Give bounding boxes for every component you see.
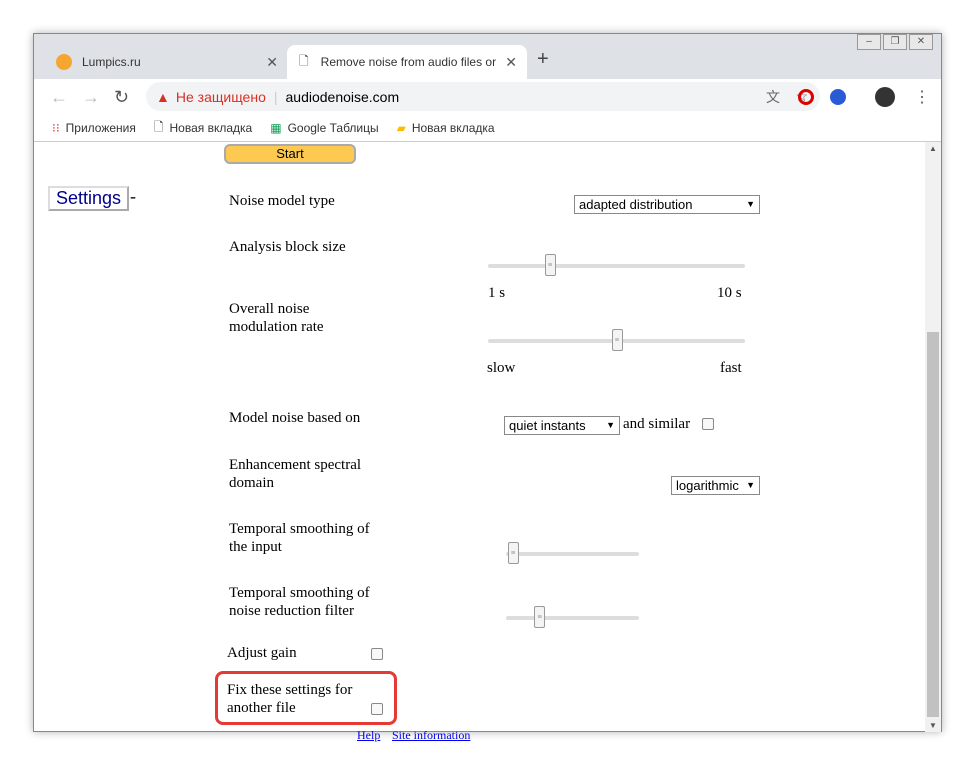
scrollbar-thumb[interactable]: [927, 332, 939, 717]
smoothing-input-label: Temporal smoothing of: [229, 521, 370, 537]
modulation-label: modulation rate: [229, 319, 324, 335]
restore-button[interactable]: ❐: [883, 34, 907, 50]
tab-title: Lumpics.ru: [82, 55, 141, 69]
reload-icon[interactable]: ↻: [114, 87, 129, 108]
scroll-down-icon[interactable]: ▼: [929, 721, 937, 730]
tab-lumpics[interactable]: Lumpics.ru ✕: [44, 45, 288, 79]
toolbar: ← → ↻ ▲ Не защищено | audiodenoise.com 文…: [34, 79, 941, 115]
noise-model-select[interactable]: adapted distribution ▼: [574, 195, 760, 214]
smoothing-input-label: the input: [229, 539, 282, 555]
start-button[interactable]: Start: [224, 144, 356, 164]
similar-checkbox[interactable]: [702, 418, 714, 430]
block-size-label: Analysis block size: [229, 239, 346, 255]
new-tab-button[interactable]: +: [537, 48, 549, 71]
slider-thumb[interactable]: ≡: [544, 254, 556, 276]
image-icon: ▰: [396, 121, 406, 135]
model-based-label: Model noise based on: [229, 410, 361, 426]
domain-label: Enhancement spectral: [229, 457, 362, 473]
site-info-link[interactable]: Site information: [392, 728, 470, 743]
model-based-select[interactable]: quiet instants ▼: [504, 416, 620, 435]
bookmark[interactable]: Приложения: [66, 121, 136, 135]
bookmarks-bar: ⁝⁝ Приложения 🗋 Новая вкладка ▦ Google Табл…: [34, 115, 941, 142]
domain-label: domain: [229, 475, 274, 491]
max-label: 10 s: [717, 285, 742, 301]
domain-select[interactable]: logarithmic ▼: [671, 476, 760, 495]
back-icon[interactable]: ←: [50, 87, 68, 108]
noise-model-label: Noise model type: [229, 193, 335, 209]
fix-settings-label: another file: [227, 700, 296, 716]
similar-label: and similar: [623, 416, 691, 432]
fix-settings-label: Fix these settings for: [227, 682, 353, 698]
block-size-slider[interactable]: ≡: [488, 254, 745, 276]
globe-icon[interactable]: [830, 89, 846, 105]
opera-icon[interactable]: [798, 89, 814, 105]
close-tab-icon[interactable]: ✕: [505, 54, 517, 71]
page-icon: 🗋: [153, 119, 164, 134]
settings-button[interactable]: Settings: [48, 186, 129, 211]
apps-icon: ⁝⁝: [52, 121, 60, 135]
smoothing-input-slider[interactable]: ≡: [506, 542, 639, 564]
address-bar[interactable]: ▲ Не защищено | audiodenoise.com 文 ☆: [146, 82, 820, 111]
tab-audiodenoise[interactable]: 🗋 Remove noise from audio files or ✕: [287, 45, 527, 79]
slider-thumb[interactable]: ≡: [534, 606, 546, 628]
modulation-slider[interactable]: ≡: [488, 329, 745, 351]
sheets-icon: ▦: [270, 121, 282, 135]
scrollbar[interactable]: ▲ ▼: [925, 142, 941, 732]
smoothing-filter-slider[interactable]: ≡: [506, 606, 639, 628]
adjust-gain-label: Adjust gain: [227, 645, 297, 661]
max-label: fast: [720, 360, 742, 376]
url-text[interactable]: audiodenoise.com: [286, 89, 400, 105]
tab-bar: Lumpics.ru ✕ 🗋 Remove noise from audio f…: [34, 34, 941, 79]
slider-thumb[interactable]: ≡: [507, 542, 519, 564]
bookmark[interactable]: Новая вкладка: [170, 121, 253, 135]
smoothing-filter-label: Temporal smoothing of: [229, 585, 370, 601]
orange-favicon-icon: [56, 54, 72, 70]
bookmark[interactable]: Google Таблицы: [288, 121, 379, 135]
warning-icon: ▲: [156, 88, 170, 105]
browser-window: Lumpics.ru ✕ 🗋 Remove noise from audio f…: [33, 33, 942, 742]
min-label: slow: [487, 360, 516, 376]
fix-settings-checkbox[interactable]: [371, 703, 383, 715]
tab-title: Remove noise from audio files or: [320, 55, 496, 69]
scroll-up-icon[interactable]: ▲: [929, 144, 937, 153]
close-tab-icon[interactable]: ✕: [266, 54, 278, 71]
slider-thumb[interactable]: ≡: [611, 329, 623, 351]
help-link[interactable]: Help: [357, 728, 380, 743]
collapse-dash: -: [130, 186, 136, 206]
translate-icon[interactable]: 文: [766, 87, 780, 107]
page-icon: 🗋: [299, 53, 309, 68]
minimize-button[interactable]: –: [857, 34, 881, 50]
smoothing-filter-label: noise reduction filter: [229, 603, 354, 619]
page-content: Start Settings - Noise model type adapte…: [34, 142, 925, 742]
bookmark[interactable]: Новая вкладка: [412, 121, 495, 135]
avatar[interactable]: [875, 87, 895, 107]
min-label: 1 s: [488, 285, 506, 301]
close-window-button[interactable]: ✕: [909, 34, 933, 50]
security-label[interactable]: Не защищено: [176, 89, 266, 105]
forward-icon[interactable]: →: [82, 87, 100, 108]
adjust-gain-checkbox[interactable]: [371, 648, 383, 660]
menu-icon[interactable]: ⋮: [914, 87, 930, 107]
modulation-label: Overall noise: [229, 301, 310, 317]
